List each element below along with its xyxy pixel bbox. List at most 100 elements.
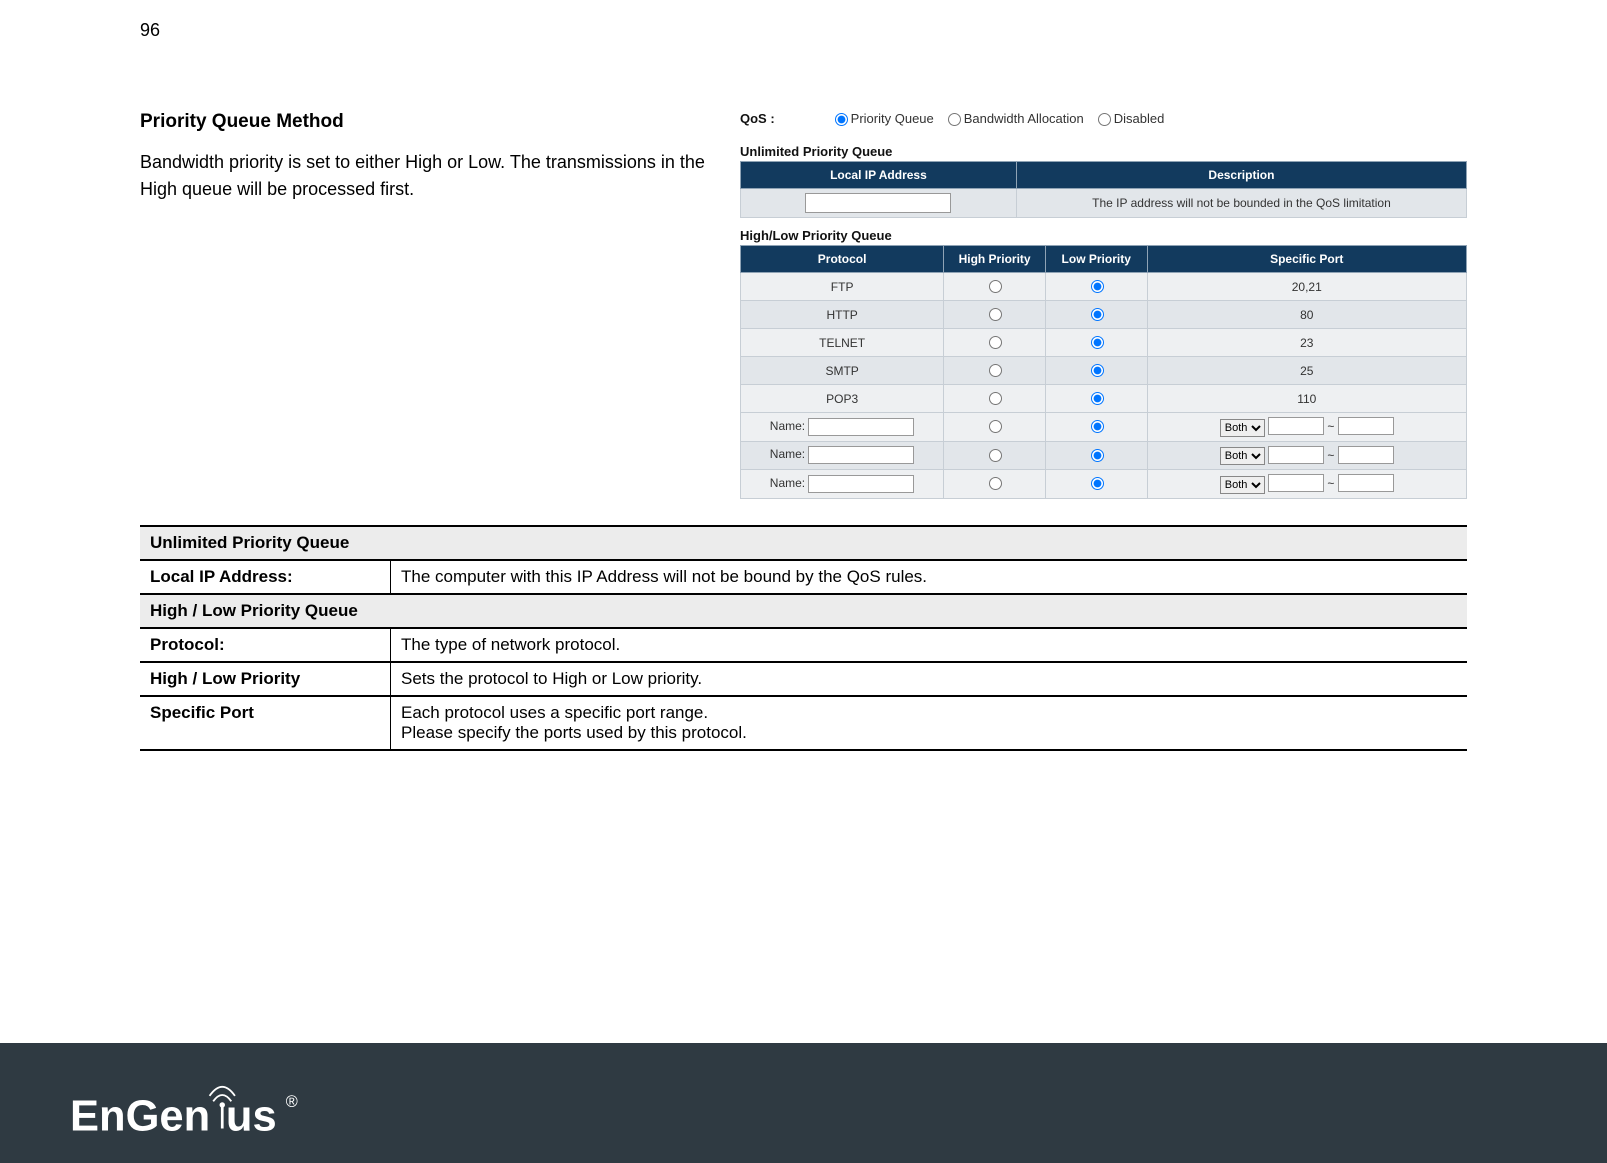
hlq-custom-low-cell [1045,441,1147,470]
hlq-col-protocol: Protocol [741,246,944,273]
desc-row-text: Each protocol uses a specific port range… [391,696,1468,750]
radio-bandwidth-allocation[interactable]: Bandwidth Allocation [948,111,1084,126]
hlq-low-cell [1045,357,1147,385]
hlq-custom-high-radio[interactable] [989,477,1002,490]
hlq-row: SMTP 25 [741,357,1467,385]
hlq-dir-select[interactable]: Both [1220,447,1265,465]
upq-table: Local IP Address Description The IP addr… [740,161,1467,218]
hlq-low-radio[interactable] [1091,308,1104,321]
page-number: 96 [140,20,1467,41]
hlq-row: FTP20,21 [741,273,1467,301]
radio-priority-queue-input[interactable] [835,113,848,126]
svg-text:us: us [226,1092,277,1140]
radio-priority-queue-label: Priority Queue [851,111,934,126]
hlq-low-radio[interactable] [1091,280,1104,293]
hlq-row: TELNET 23 [741,329,1467,357]
hlq-custom-high-cell [944,413,1046,442]
upq-col-ip: Local IP Address [741,162,1017,189]
left-column: Priority Queue Method Bandwidth priority… [140,111,710,203]
hlq-custom-low-radio[interactable] [1091,420,1104,433]
hlq-dir-select[interactable]: Both [1220,476,1265,494]
hlq-low-radio[interactable] [1091,336,1104,349]
desc-row-label: Local IP Address: [140,560,391,594]
hlq-proto-cell: HTTP [741,301,944,329]
hlq-port-to[interactable] [1338,474,1394,492]
radio-disabled[interactable]: Disabled [1098,111,1165,126]
desc-group-header: High / Low Priority Queue [140,594,1467,628]
upq-heading: Unlimited Priority Queue [740,144,1467,159]
hlq-name-input[interactable] [808,475,914,493]
desc-row-text: The type of network protocol. [391,628,1468,662]
hlq-custom-port-cell: Both ~ [1147,470,1466,499]
hlq-high-radio[interactable] [989,364,1002,377]
engenius-logo-icon: EnGen us ® [70,1085,360,1143]
content-area: 96 Priority Queue Method Bandwidth prior… [140,20,1467,751]
upq-ip-input[interactable] [805,193,951,213]
hlq-custom-low-radio[interactable] [1091,449,1104,462]
hlq-name-input[interactable] [808,446,914,464]
hlq-port-from[interactable] [1268,446,1324,464]
hlq-custom-high-cell [944,441,1046,470]
hlq-custom-low-cell [1045,413,1147,442]
hlq-custom-low-radio[interactable] [1091,477,1104,490]
hlq-port-cell: 25 [1147,357,1466,385]
hlq-custom-high-radio[interactable] [989,449,1002,462]
desc-row-label: Specific Port [140,696,391,750]
hlq-low-radio[interactable] [1091,364,1104,377]
hlq-low-cell [1045,385,1147,413]
hlq-dir-select[interactable]: Both [1220,419,1265,437]
hlq-custom-port-cell: Both ~ [1147,413,1466,442]
qos-label: QoS : [740,111,775,126]
hlq-proto-cell: POP3 [741,385,944,413]
hlq-proto-cell: SMTP [741,357,944,385]
hlq-high-radio[interactable] [989,392,1002,405]
section-body: Bandwidth priority is set to either High… [140,149,710,203]
hlq-high-cell [944,357,1046,385]
hlq-port-sep: ~ [1327,448,1334,462]
hlq-col-high: High Priority [944,246,1046,273]
hlq-port-sep: ~ [1327,420,1334,434]
hlq-port-from[interactable] [1268,474,1324,492]
desc-row-label: Protocol: [140,628,391,662]
svg-text:EnGen: EnGen [70,1092,210,1140]
hlq-high-radio[interactable] [989,336,1002,349]
hlq-custom-high-radio[interactable] [989,420,1002,433]
hlq-name-input[interactable] [808,418,914,436]
hlq-port-from[interactable] [1268,417,1324,435]
qos-options: Priority Queue Bandwidth Allocation Disa… [835,111,1165,126]
hlq-proto-cell: TELNET [741,329,944,357]
hlq-high-radio[interactable] [989,280,1002,293]
hlq-custom-low-cell [1045,470,1147,499]
qos-screenshot-panel: QoS : Priority Queue Bandwidth Allocatio… [740,111,1467,499]
hlq-low-radio[interactable] [1091,392,1104,405]
brand-logo: EnGen us ® [70,1079,360,1143]
svg-text:®: ® [286,1093,298,1111]
hlq-port-cell: 110 [1147,385,1466,413]
upq-ip-cell [741,189,1017,218]
hlq-row: HTTP 80 [741,301,1467,329]
hlq-port-cell: 23 [1147,329,1466,357]
section-title: Priority Queue Method [140,111,710,133]
radio-disabled-input[interactable] [1098,113,1111,126]
radio-bandwidth-allocation-label: Bandwidth Allocation [964,111,1084,126]
desc-row-text: The computer with this IP Address will n… [391,560,1468,594]
hlq-high-cell [944,329,1046,357]
footer-bar: EnGen us ® [0,1043,1607,1163]
hlq-low-cell [1045,301,1147,329]
radio-bandwidth-allocation-input[interactable] [948,113,961,126]
hlq-custom-name-cell: Name: [741,470,944,499]
hlq-custom-row: Name: Both ~ [741,470,1467,499]
hlq-high-radio[interactable] [989,308,1002,321]
qos-radio-row: QoS : Priority Queue Bandwidth Allocatio… [740,111,1467,126]
hlq-port-cell: 80 [1147,301,1466,329]
hlq-port-sep: ~ [1327,477,1334,491]
hlq-high-cell [944,301,1046,329]
hlq-custom-port-cell: Both ~ [1147,441,1466,470]
hlq-low-cell [1045,273,1147,301]
hlq-low-cell [1045,329,1147,357]
upq-col-desc: Description [1016,162,1466,189]
hlq-heading: High/Low Priority Queue [740,228,1467,243]
radio-priority-queue[interactable]: Priority Queue [835,111,934,126]
hlq-port-to[interactable] [1338,446,1394,464]
hlq-port-to[interactable] [1338,417,1394,435]
